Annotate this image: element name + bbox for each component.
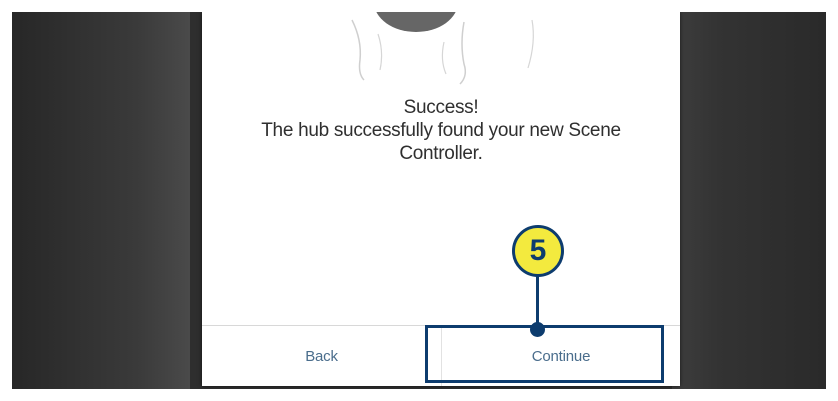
scene-controller-illustration xyxy=(351,12,534,85)
back-button-label: Back xyxy=(305,347,338,365)
success-text-line2: Controller. xyxy=(399,143,483,164)
controller-device-shape xyxy=(376,12,456,32)
screenshot-frame: Success! The hub successfully found your… xyxy=(12,12,826,389)
background-right xyxy=(672,12,826,389)
continue-button-label: Continue xyxy=(531,347,591,365)
hand-outline-right xyxy=(459,21,467,85)
app-screen: Success! The hub successfully found your… xyxy=(202,12,680,386)
step-number-badge: 5 xyxy=(512,225,564,277)
success-text-line1: The hub successfully found your new Scen… xyxy=(261,120,621,141)
background-left xyxy=(12,12,190,389)
callout-pointer-dot xyxy=(530,322,545,337)
hand-outline-left xyxy=(351,19,365,81)
success-title: Success! xyxy=(403,97,479,118)
callout-connector xyxy=(536,272,539,328)
step-number: 5 xyxy=(529,234,547,267)
hand-outline-right-3 xyxy=(527,19,534,69)
continue-button[interactable]: Continue xyxy=(442,326,680,386)
success-message: Success! The hub successfully found your… xyxy=(202,96,680,165)
hand-outline-left-2 xyxy=(377,33,383,71)
hand-outline-right-2 xyxy=(441,41,447,75)
back-button[interactable]: Back xyxy=(202,326,442,386)
